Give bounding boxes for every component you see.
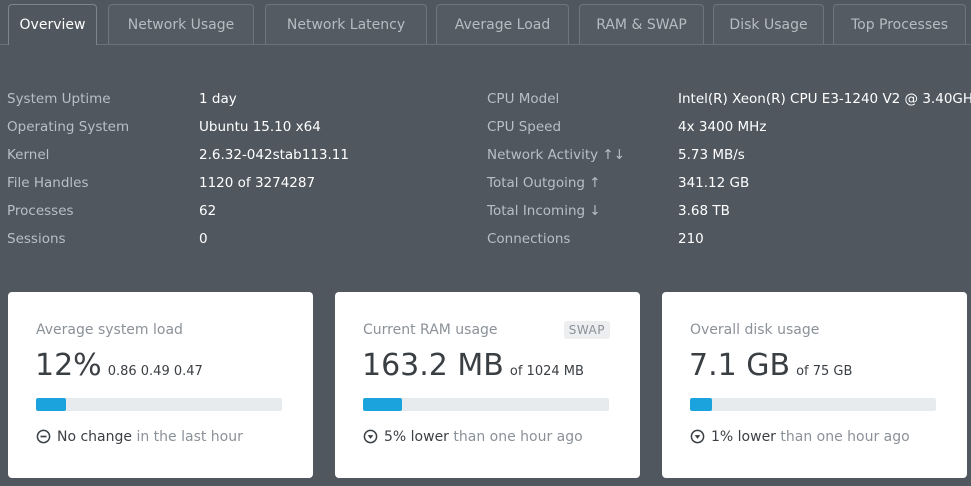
info-label: File Handles — [7, 175, 89, 191]
ram-progress-bar — [363, 398, 609, 411]
ram-used: 163.2 MB — [362, 348, 504, 383]
ram-trend: 5% lower than one hour ago — [363, 429, 583, 445]
info-value: Ubuntu 15.10 x64 — [199, 119, 321, 135]
card-title: Current RAM usage — [363, 322, 498, 338]
info-row-cpu-model: CPU Model Intel(R) Xeon(R) CPU E3-1240 V… — [487, 89, 971, 117]
info-row-total-incoming: Total Incoming ↓ 3.68 TB — [487, 201, 971, 229]
info-value: Intel(R) Xeon(R) CPU E3-1240 V2 @ 3.40GH… — [678, 91, 971, 107]
info-value: 2.6.32-042stab113.11 — [199, 147, 349, 163]
swap-toggle-button[interactable]: SWAP — [563, 321, 610, 339]
tab-network-latency[interactable]: Network Latency — [265, 4, 427, 44]
info-row-network-activity: Network Activity ↑↓ 5.73 MB/s — [487, 145, 971, 173]
arrow-down-circle-icon — [363, 429, 378, 444]
load-percent: 12% — [35, 348, 102, 383]
info-label: Kernel — [7, 147, 50, 163]
disk-used: 7.1 GB — [689, 348, 791, 383]
tab-network-usage[interactable]: Network Usage — [108, 4, 254, 44]
minus-circle-icon — [36, 429, 51, 444]
trend-muted: than one hour ago — [775, 429, 910, 445]
info-label: Sessions — [7, 231, 66, 247]
info-row-sessions: Sessions 0 — [7, 229, 467, 257]
info-value: 5.73 MB/s — [678, 147, 745, 163]
card-title: Average system load — [36, 322, 183, 338]
info-row-kernel: Kernel 2.6.32-042stab113.11 — [7, 145, 467, 173]
info-row-total-outgoing: Total Outgoing ↑ 341.12 GB — [487, 173, 971, 201]
disk-progress-bar — [690, 398, 936, 411]
trend-muted: in the last hour — [132, 429, 243, 445]
info-value: 0 — [199, 231, 208, 247]
info-row-file-handles: File Handles 1120 of 3274287 — [7, 173, 467, 201]
system-info-left: System Uptime 1 day Operating System Ubu… — [7, 89, 467, 257]
info-label: CPU Model — [487, 91, 560, 107]
load-progress-bar — [36, 398, 282, 411]
disk-progress-fill — [690, 398, 713, 411]
tab-overview[interactable]: Overview — [8, 4, 97, 45]
disk-trend: 1% lower than one hour ago — [690, 429, 910, 445]
system-info-right: CPU Model Intel(R) Xeon(R) CPU E3-1240 V… — [487, 89, 971, 257]
tab-disk-usage[interactable]: Disk Usage — [713, 4, 824, 44]
info-label: Connections — [487, 231, 571, 247]
disk-total: of 75 GB — [796, 364, 853, 379]
ram-card: Current RAM usage SWAP 163.2 MB of 1024 M… — [335, 292, 640, 478]
trend-main: 5% lower — [384, 429, 449, 445]
trend-main: No change — [57, 429, 133, 445]
info-label: Total Incoming ↓ — [487, 203, 601, 219]
trend-main: 1% lower — [711, 429, 776, 445]
load-averages: 0.86 0.49 0.47 — [107, 364, 203, 379]
info-row-uptime: System Uptime 1 day — [7, 89, 467, 117]
tab-top-processes[interactable]: Top Processes — [833, 4, 966, 44]
ram-progress-fill — [363, 398, 403, 411]
info-row-cpu-speed: CPU Speed 4x 3400 MHz — [487, 117, 971, 145]
disk-card: Overall disk usage 7.1 GB of 75 GB 1% low… — [662, 292, 967, 478]
load-value: 12% 0.86 0.49 0.47 — [35, 348, 203, 383]
ram-value: 163.2 MB of 1024 MB — [362, 348, 584, 383]
info-row-os: Operating System Ubuntu 15.10 x64 — [7, 117, 467, 145]
info-label: Processes — [7, 203, 74, 219]
info-row-connections: Connections 210 — [487, 229, 971, 257]
info-value: 62 — [199, 203, 217, 219]
load-trend: No change in the last hour — [36, 429, 243, 445]
info-value: 341.12 GB — [678, 175, 750, 191]
load-card: Average system load 12% 0.86 0.49 0.47 No… — [8, 292, 313, 478]
arrow-down-circle-icon — [690, 429, 705, 444]
info-label: System Uptime — [7, 91, 111, 107]
info-value: 1 day — [199, 91, 237, 107]
trend-muted: than one hour ago — [448, 429, 583, 445]
tab-bar: Overview Network Usage Network Latency A… — [0, 0, 971, 45]
info-label: Operating System — [7, 119, 130, 135]
ram-total: of 1024 MB — [509, 364, 584, 379]
info-label: Total Outgoing ↑ — [487, 175, 601, 191]
info-value: 210 — [678, 231, 704, 247]
disk-value: 7.1 GB of 75 GB — [689, 348, 852, 383]
info-value: 1120 of 3274287 — [199, 175, 316, 191]
tab-ram-swap[interactable]: RAM & SWAP — [579, 4, 704, 44]
info-label: Network Activity ↑↓ — [487, 147, 626, 163]
info-value: 4x 3400 MHz — [678, 119, 767, 135]
info-label: CPU Speed — [487, 119, 562, 135]
info-row-processes: Processes 62 — [7, 201, 467, 229]
card-title: Overall disk usage — [690, 322, 820, 338]
info-value: 3.68 TB — [678, 203, 730, 219]
load-progress-fill — [36, 398, 66, 411]
tab-average-load[interactable]: Average Load — [436, 4, 569, 44]
